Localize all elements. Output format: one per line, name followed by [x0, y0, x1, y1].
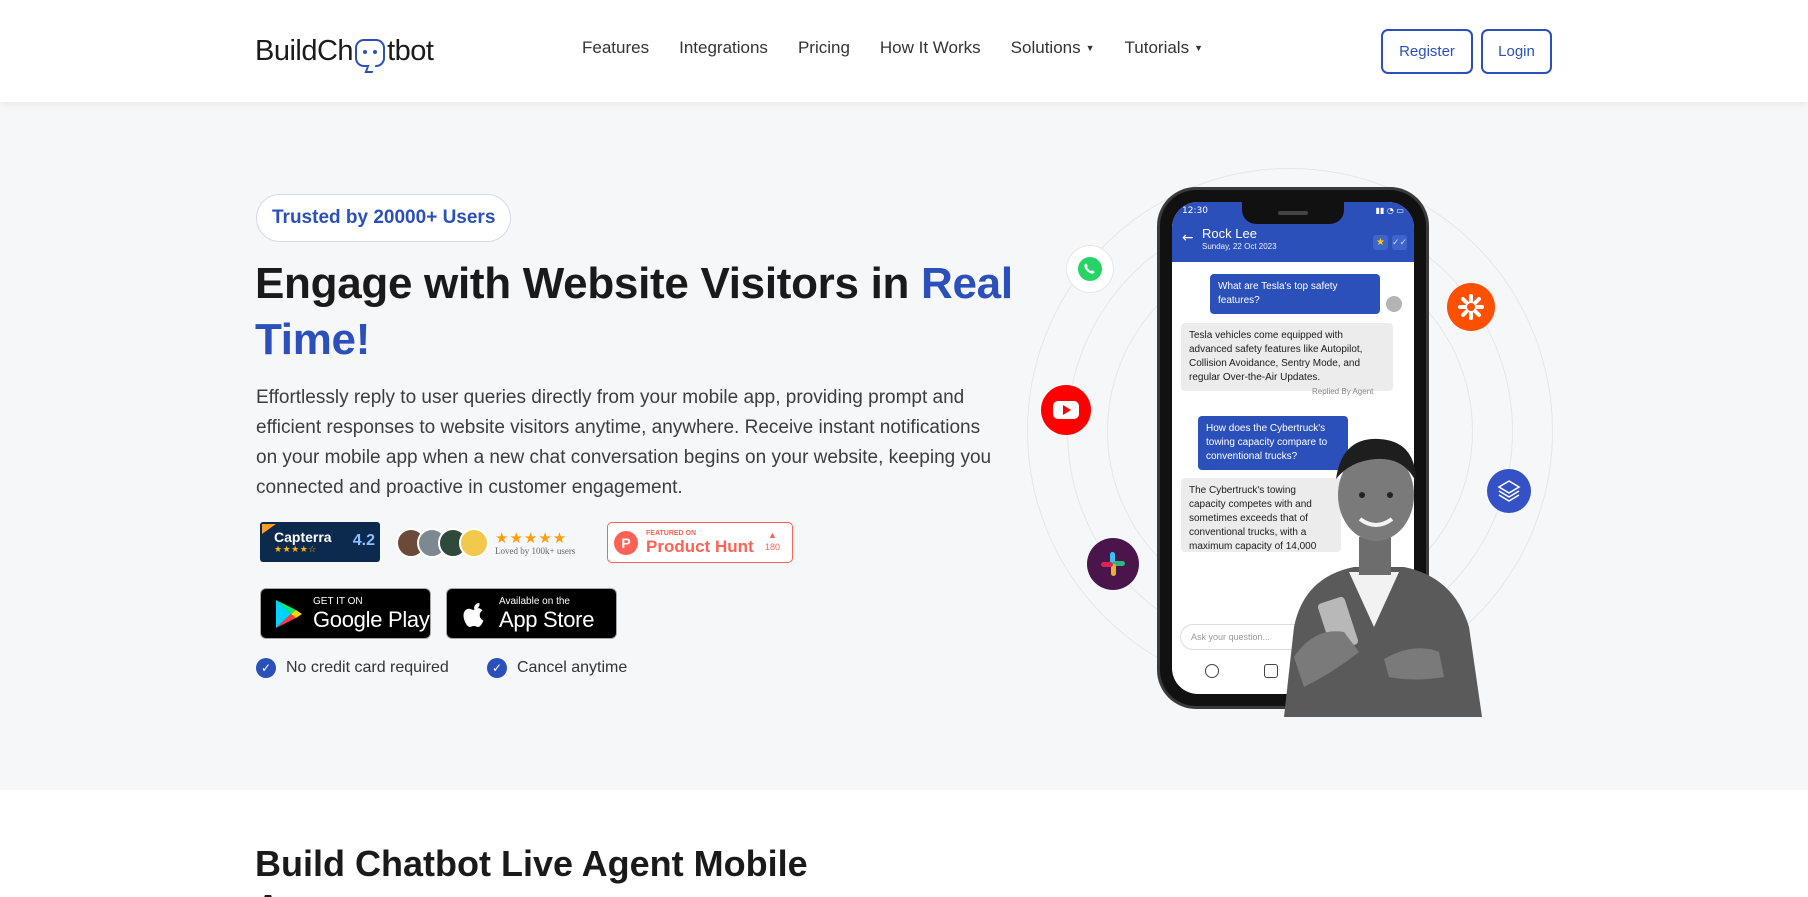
hero-headline: Engage with Website Visitors in Real Tim…	[255, 256, 1015, 368]
stack-icon	[1487, 469, 1531, 513]
hero-section: Trusted by 20000+ Users Engage with Webs…	[0, 102, 1808, 790]
product-hunt-icon: P	[614, 530, 638, 555]
app-store-big: App Store	[499, 606, 595, 632]
nav-item-tutorials[interactable]: Tutorials ▼	[1125, 38, 1203, 58]
hero-description: Effortlessly reply to user queries direc…	[256, 387, 992, 498]
whatsapp-icon	[1067, 246, 1113, 292]
double-check-icon: ✓✓	[1392, 235, 1407, 250]
app-store-small: Available on the	[499, 595, 570, 607]
phone-notch	[1242, 202, 1344, 224]
section-title: Build Chatbot Live Agent Mobile App	[255, 843, 808, 897]
back-arrow-icon: ←	[1182, 230, 1194, 246]
capterra-score: 4.2	[352, 532, 375, 549]
capterra-stars: ★★★★☆	[274, 544, 317, 555]
ph-vote-count: 180	[764, 542, 780, 552]
site-header: BuildCh tbot Features Integrations Prici…	[0, 0, 1808, 102]
capterra-flag-icon	[262, 524, 276, 534]
user-avatar-icon	[1386, 296, 1402, 312]
replied-label: Replied By Agent	[1312, 387, 1374, 396]
no-credit-card-check: ✓ No credit card required	[256, 658, 449, 678]
google-play-button[interactable]: GET IT ON Google Play	[260, 588, 431, 639]
caret-down-icon: ▼	[1085, 43, 1095, 53]
product-hunt-badge[interactable]: P FEATURED ON Product Hunt ▲ 180	[607, 522, 793, 563]
google-play-small: GET IT ON	[313, 595, 363, 607]
profile-tab-icon	[1205, 664, 1219, 678]
logo-text-left: BuildCh	[255, 34, 354, 67]
nav-item-pricing[interactable]: Pricing	[798, 38, 850, 58]
buildchatbot-logo[interactable]: BuildCh tbot	[255, 32, 434, 70]
nav-item-solutions[interactable]: Solutions ▼	[1011, 38, 1095, 58]
main-nav: Features Integrations Pricing How It Wor…	[582, 38, 1233, 58]
contact-date: Sunday, 22 Oct 2023	[1202, 242, 1277, 251]
next-section: Build Chatbot Live Agent Mobile App	[0, 790, 1808, 897]
logo-text-right: tbot	[387, 34, 434, 67]
caret-down-icon: ▼	[1194, 43, 1204, 53]
google-play-icon	[276, 599, 302, 628]
capterra-name: Capterra	[274, 528, 332, 545]
chat-message-bot: Tesla vehicles come equipped with advanc…	[1181, 323, 1393, 391]
person-holding-phone-image	[1284, 438, 1482, 717]
nav-item-integrations[interactable]: Integrations	[679, 38, 768, 58]
avatar	[459, 528, 489, 558]
zapier-icon	[1447, 283, 1495, 331]
ph-name: Product Hunt	[646, 536, 754, 556]
apple-icon	[463, 602, 484, 627]
slack-icon	[1087, 538, 1139, 590]
loved-text: Loved by 100k+ users	[495, 546, 576, 556]
status-time: 12:30	[1182, 206, 1208, 216]
chat-bubble-icon	[355, 39, 386, 67]
rating-stars: ★★★★★	[495, 529, 568, 547]
login-button[interactable]: Login	[1481, 29, 1552, 74]
app-store-button[interactable]: Available on the App Store	[446, 588, 617, 639]
check-label: No credit card required	[286, 659, 449, 676]
trusted-badge: Trusted by 20000+ Users	[256, 194, 512, 242]
check-label: Cancel anytime	[517, 659, 628, 676]
upvote-arrow-icon: ▲	[768, 530, 777, 540]
cancel-anytime-check: ✓ Cancel anytime	[487, 658, 627, 678]
contact-name: Rock Lee	[1202, 226, 1257, 241]
google-play-big: Google Play	[313, 606, 430, 632]
youtube-icon	[1041, 385, 1091, 435]
nav-item-features[interactable]: Features	[582, 38, 649, 58]
status-icons: ▮▮ ◔ ▭	[1375, 206, 1404, 215]
check-icon: ✓	[487, 658, 507, 678]
chat-message-user: What are Tesla's top safety features?	[1210, 274, 1380, 314]
capterra-badge[interactable]: Capterra ★★★★☆ 4.2	[260, 522, 380, 562]
star-icon: ★	[1373, 235, 1388, 250]
ph-votes: ▲ 180	[765, 529, 780, 553]
nav-item-how-it-works[interactable]: How It Works	[880, 38, 981, 58]
loved-rating: ★★★★★ Loved by 100k+ users	[495, 530, 575, 556]
check-icon: ✓	[256, 658, 276, 678]
loved-by-users: ★★★★★ Loved by 100k+ users	[396, 526, 575, 560]
headline-main: Engage with Website Visitors in	[255, 259, 922, 308]
register-button[interactable]: Register	[1381, 29, 1473, 74]
